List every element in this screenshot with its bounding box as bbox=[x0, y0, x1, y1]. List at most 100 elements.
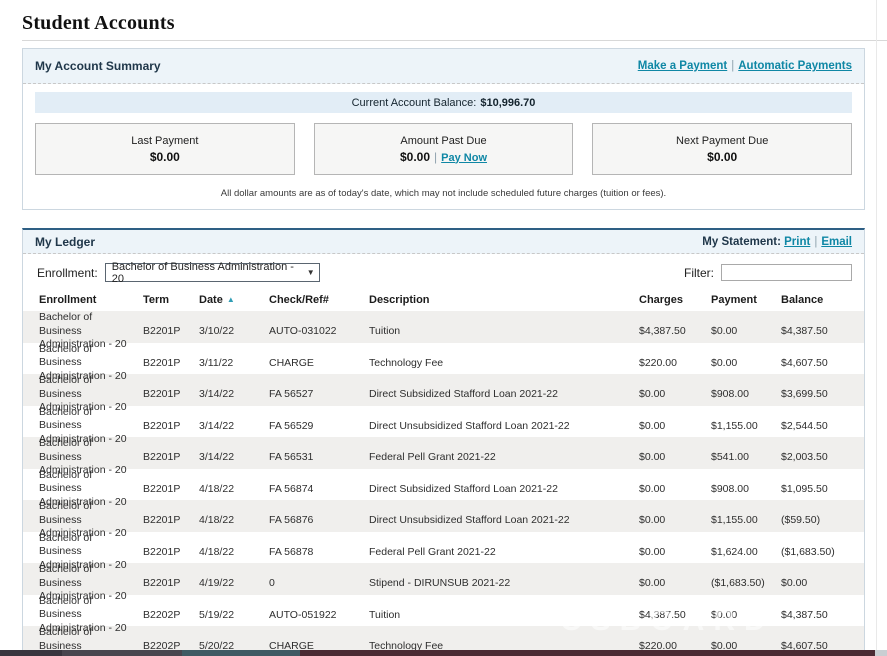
footer-bar bbox=[0, 650, 887, 656]
column-header-description[interactable]: Description bbox=[369, 294, 639, 306]
sort-ascending-icon: ▲ bbox=[227, 295, 235, 304]
table-row: Bachelor of Business Administration - 20… bbox=[23, 595, 864, 627]
my-statement-label: My Statement: bbox=[702, 236, 781, 248]
cell-payment: $0.00 bbox=[711, 325, 781, 337]
column-header-check-ref[interactable]: Check/Ref# bbox=[269, 294, 369, 306]
cell-date: 4/18/22 bbox=[199, 546, 269, 558]
column-header-date[interactable]: Date▲ bbox=[199, 294, 269, 306]
ledger-controls: Enrollment: Bachelor of Business Adminis… bbox=[23, 254, 864, 288]
cell-description: Direct Subsidized Stafford Loan 2021-22 bbox=[369, 388, 639, 400]
account-summary-title: My Account Summary bbox=[35, 59, 161, 73]
cell-balance: $4,387.50 bbox=[781, 325, 854, 337]
footer-segment bbox=[0, 650, 62, 656]
footer-segment bbox=[182, 650, 300, 656]
cell-payment: $1,155.00 bbox=[711, 514, 781, 526]
balance-value: $10,996.70 bbox=[480, 97, 535, 109]
cell-description: Direct Unsubsidized Stafford Loan 2021-2… bbox=[369, 514, 639, 526]
cell-date: 4/19/22 bbox=[199, 577, 269, 589]
cell-check-ref: FA 56878 bbox=[269, 546, 369, 558]
statement-email-link[interactable]: Email bbox=[821, 236, 852, 248]
cell-term: B2201P bbox=[143, 388, 199, 400]
cell-term: B2201P bbox=[143, 357, 199, 369]
cell-date: 3/14/22 bbox=[199, 388, 269, 400]
cell-description: Federal Pell Grant 2021-22 bbox=[369, 451, 639, 463]
cell-check-ref: CHARGE bbox=[269, 357, 369, 369]
amount-past-due-amount: $0.00 bbox=[400, 150, 430, 164]
cell-date: 4/18/22 bbox=[199, 514, 269, 526]
next-payment-due-value: $0.00 bbox=[707, 150, 737, 164]
table-row: Bachelor of Business Administration - 20… bbox=[23, 469, 864, 501]
cell-charges: $0.00 bbox=[639, 514, 711, 526]
cell-description: Federal Pell Grant 2021-22 bbox=[369, 546, 639, 558]
table-row: Bachelor of Business Administration - 20… bbox=[23, 500, 864, 532]
cell-check-ref: FA 56527 bbox=[269, 388, 369, 400]
column-header-payment[interactable]: Payment bbox=[711, 294, 781, 306]
automatic-payments-link[interactable]: Automatic Payments bbox=[738, 60, 852, 72]
cell-date: 3/10/22 bbox=[199, 325, 269, 337]
cell-term: B2201P bbox=[143, 451, 199, 463]
cell-check-ref: FA 56531 bbox=[269, 451, 369, 463]
filter-label: Filter: bbox=[684, 266, 714, 280]
footer-segment bbox=[62, 650, 182, 656]
table-row: Bachelor of Business Administration - 20… bbox=[23, 437, 864, 469]
cell-term: B2201P bbox=[143, 483, 199, 495]
cell-term: B2201P bbox=[143, 546, 199, 558]
footer-segment bbox=[875, 650, 887, 656]
account-summary-body: Current Account Balance: $10,996.70 Last… bbox=[23, 84, 864, 199]
statement-print-link[interactable]: Print bbox=[784, 236, 810, 248]
cell-date: 3/14/22 bbox=[199, 420, 269, 432]
pay-now-link[interactable]: Pay Now bbox=[441, 152, 487, 164]
cell-charges: $0.00 bbox=[639, 420, 711, 432]
cell-description: Direct Subsidized Stafford Loan 2021-22 bbox=[369, 483, 639, 495]
enrollment-selected-value: Bachelor of Business Administration - 20 bbox=[112, 261, 307, 285]
column-header-term[interactable]: Term bbox=[143, 294, 199, 306]
table-row: Bachelor of Business Administration - 20… bbox=[23, 532, 864, 564]
cell-payment: $1,624.00 bbox=[711, 546, 781, 558]
cell-check-ref: FA 56874 bbox=[269, 483, 369, 495]
cell-payment: $0.00 bbox=[711, 609, 781, 621]
cell-date: 3/11/22 bbox=[199, 357, 269, 369]
cell-description: Tuition bbox=[369, 325, 639, 337]
enrollment-select[interactable]: Bachelor of Business Administration - 20… bbox=[105, 263, 320, 282]
cell-payment: $908.00 bbox=[711, 483, 781, 495]
cell-check-ref: FA 56529 bbox=[269, 420, 369, 432]
chevron-down-icon: ▼ bbox=[307, 268, 315, 277]
cell-charges: $0.00 bbox=[639, 451, 711, 463]
last-payment-label: Last Payment bbox=[131, 135, 198, 147]
table-row: Bachelor of Business Administration - 20… bbox=[23, 311, 864, 343]
cell-description: Direct Unsubsidized Stafford Loan 2021-2… bbox=[369, 420, 639, 432]
ledger-table-header: Enrollment Term Date▲ Check/Ref# Descrip… bbox=[23, 288, 864, 311]
column-header-balance[interactable]: Balance bbox=[781, 294, 854, 306]
footer-segment bbox=[300, 650, 875, 656]
summary-note: All dollar amounts are as of today's dat… bbox=[35, 188, 852, 199]
cell-balance: $3,699.50 bbox=[781, 388, 854, 400]
amount-past-due-label: Amount Past Due bbox=[400, 135, 486, 147]
enrollment-label: Enrollment: bbox=[37, 266, 98, 280]
ledger-header: My Ledger My Statement: Print|Email bbox=[23, 230, 864, 254]
cell-balance: ($59.50) bbox=[781, 514, 854, 526]
cell-term: B2202P bbox=[143, 609, 199, 621]
cell-charges: $0.00 bbox=[639, 388, 711, 400]
title-divider bbox=[22, 40, 887, 41]
current-balance-bar: Current Account Balance: $10,996.70 bbox=[35, 92, 852, 113]
cell-balance: $4,387.50 bbox=[781, 609, 854, 621]
cell-balance: $0.00 bbox=[781, 577, 854, 589]
column-header-enrollment[interactable]: Enrollment bbox=[39, 294, 143, 306]
filter-input[interactable] bbox=[721, 264, 852, 281]
make-a-payment-link[interactable]: Make a Payment bbox=[638, 60, 728, 72]
page-title: Student Accounts bbox=[22, 12, 175, 35]
cell-balance: $2,003.50 bbox=[781, 451, 854, 463]
next-payment-due-label: Next Payment Due bbox=[676, 135, 768, 147]
cell-charges: $0.00 bbox=[639, 483, 711, 495]
cell-charges: $4,387.50 bbox=[639, 609, 711, 621]
column-header-charges[interactable]: Charges bbox=[639, 294, 711, 306]
cell-charges: $4,387.50 bbox=[639, 325, 711, 337]
ledger-table-body: Bachelor of Business Administration - 20… bbox=[23, 311, 864, 656]
cell-check-ref: FA 56876 bbox=[269, 514, 369, 526]
cell-date: 5/19/22 bbox=[199, 609, 269, 621]
cell-check-ref: AUTO-031022 bbox=[269, 325, 369, 337]
cell-balance: $4,607.50 bbox=[781, 357, 854, 369]
cell-check-ref: AUTO-051922 bbox=[269, 609, 369, 621]
table-row: Bachelor of Business Administration - 20… bbox=[23, 406, 864, 438]
last-payment-value: $0.00 bbox=[150, 150, 180, 164]
